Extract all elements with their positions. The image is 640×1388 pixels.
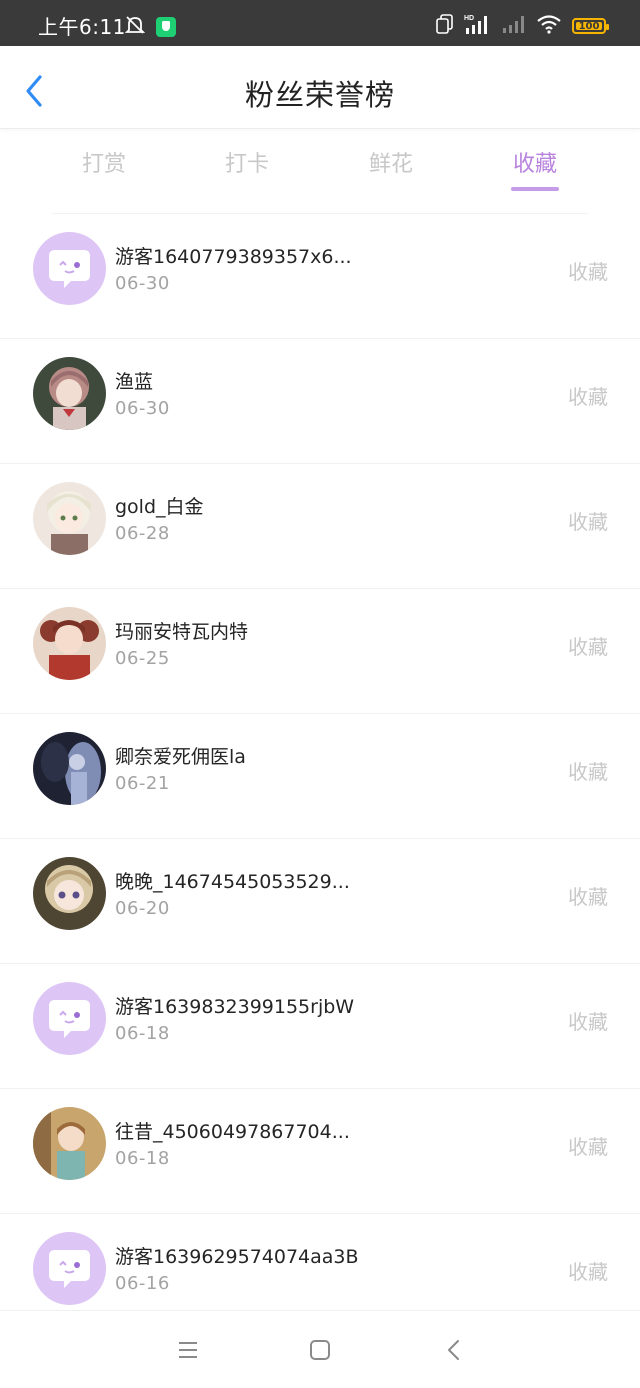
nav-back-button[interactable] bbox=[441, 1337, 467, 1363]
user-name: 玛丽安特瓦内特 bbox=[115, 621, 249, 643]
status-bar: 上午6:11 HD 100 bbox=[0, 0, 640, 46]
list-item[interactable]: 渔蓝 06-30 收藏 bbox=[0, 339, 640, 464]
tab-daka[interactable]: 打卡 bbox=[197, 146, 297, 178]
signal-hd-icon: HD bbox=[464, 13, 492, 39]
avatar[interactable] bbox=[33, 982, 106, 1055]
item-date: 06-20 bbox=[115, 898, 170, 919]
item-action-label: 收藏 bbox=[568, 635, 608, 659]
avatar[interactable] bbox=[33, 232, 106, 305]
system-nav-bar bbox=[0, 1310, 640, 1388]
list-item[interactable]: 游客1639832399155rjbW 06-18 收藏 bbox=[0, 964, 640, 1089]
battery-icon: 100 bbox=[572, 18, 609, 34]
app-header: 粉丝荣誉榜 bbox=[0, 46, 640, 129]
item-date: 06-18 bbox=[115, 1148, 170, 1169]
list-item[interactable]: 晚晚_14674545053529... 06-20 收藏 bbox=[0, 839, 640, 964]
list-item[interactable]: 卿奈爱死佣医la 06-21 收藏 bbox=[0, 714, 640, 839]
user-name: 游客1639832399155rjbW bbox=[115, 996, 355, 1018]
user-name: 卿奈爱死佣医la bbox=[115, 746, 246, 768]
item-date: 06-30 bbox=[115, 398, 170, 419]
tab-xianhua[interactable]: 鲜花 bbox=[341, 146, 441, 178]
tab-dashang[interactable]: 打赏 bbox=[54, 146, 154, 178]
item-action-label: 收藏 bbox=[568, 1260, 608, 1284]
anime-boy-avatar-icon bbox=[33, 482, 106, 555]
anime-girl-avatar-icon bbox=[33, 607, 106, 680]
avatar[interactable] bbox=[33, 482, 106, 555]
item-action-label: 收藏 bbox=[568, 885, 608, 909]
signal-empty-icon bbox=[502, 14, 526, 38]
home-square-icon bbox=[310, 1340, 330, 1360]
menu-icon bbox=[179, 1342, 197, 1358]
bell-off-icon bbox=[124, 15, 146, 39]
svg-text:HD: HD bbox=[464, 15, 474, 22]
battery-level: 100 bbox=[578, 20, 600, 32]
avatar[interactable] bbox=[33, 1107, 106, 1180]
user-name: 渔蓝 bbox=[115, 371, 154, 393]
user-name: gold_白金 bbox=[115, 496, 204, 518]
item-date: 06-25 bbox=[115, 648, 170, 669]
user-name: 晚晚_14674545053529... bbox=[115, 871, 350, 893]
list-item[interactable]: 游客1640779389357x6... 06-30 收藏 bbox=[0, 214, 640, 339]
status-time: 上午6:11 bbox=[38, 15, 126, 39]
user-name: 游客1639629574074aa3B bbox=[115, 1246, 359, 1268]
list-item[interactable]: gold_白金 06-28 收藏 bbox=[0, 464, 640, 589]
item-date: 06-28 bbox=[115, 523, 170, 544]
dual-sim-icon bbox=[436, 14, 454, 38]
anime-girl-avatar-icon bbox=[33, 357, 106, 430]
list-item[interactable]: 往昔_45060497867704... 06-18 收藏 bbox=[0, 1089, 640, 1214]
menu-button[interactable] bbox=[175, 1337, 201, 1363]
page-title: 粉丝荣誉榜 bbox=[244, 78, 395, 112]
list-item[interactable]: 玛丽安特瓦内特 06-25 收藏 bbox=[0, 589, 640, 714]
item-action-label: 收藏 bbox=[568, 1010, 608, 1034]
item-date: 06-30 bbox=[115, 273, 170, 294]
item-date: 06-18 bbox=[115, 1023, 170, 1044]
anime-girl-avatar-icon bbox=[33, 1107, 106, 1180]
wifi-icon bbox=[536, 14, 562, 38]
item-date: 06-21 bbox=[115, 773, 170, 794]
anime-girl-avatar-icon bbox=[33, 857, 106, 930]
default-chat-avatar-icon bbox=[33, 982, 106, 1055]
back-triangle-icon bbox=[448, 1340, 459, 1360]
item-date: 06-16 bbox=[115, 1273, 170, 1294]
tab-shoucang[interactable]: 收藏 bbox=[485, 146, 585, 178]
avatar[interactable] bbox=[33, 357, 106, 430]
item-action-label: 收藏 bbox=[568, 385, 608, 409]
item-action-label: 收藏 bbox=[568, 760, 608, 784]
avatar[interactable] bbox=[33, 607, 106, 680]
user-name: 游客1640779389357x6... bbox=[115, 246, 352, 268]
tab-bar: 打赏 打卡 鲜花 收藏 bbox=[0, 128, 640, 204]
avatar[interactable] bbox=[33, 1232, 106, 1305]
item-action-label: 收藏 bbox=[568, 510, 608, 534]
user-name: 往昔_45060497867704... bbox=[115, 1121, 350, 1143]
default-chat-avatar-icon bbox=[33, 1232, 106, 1305]
home-button[interactable] bbox=[307, 1337, 333, 1363]
active-tab-indicator bbox=[511, 187, 559, 191]
fan-list: 游客1640779389357x6... 06-30 收藏 渔蓝 06-30 收… bbox=[0, 214, 640, 1339]
avatar[interactable] bbox=[33, 732, 106, 805]
shield-app-icon bbox=[156, 17, 176, 37]
avatar[interactable] bbox=[33, 857, 106, 930]
item-action-label: 收藏 bbox=[568, 1135, 608, 1159]
default-chat-avatar-icon bbox=[33, 232, 106, 305]
item-action-label: 收藏 bbox=[568, 260, 608, 284]
dark-art-avatar-icon bbox=[33, 732, 106, 805]
